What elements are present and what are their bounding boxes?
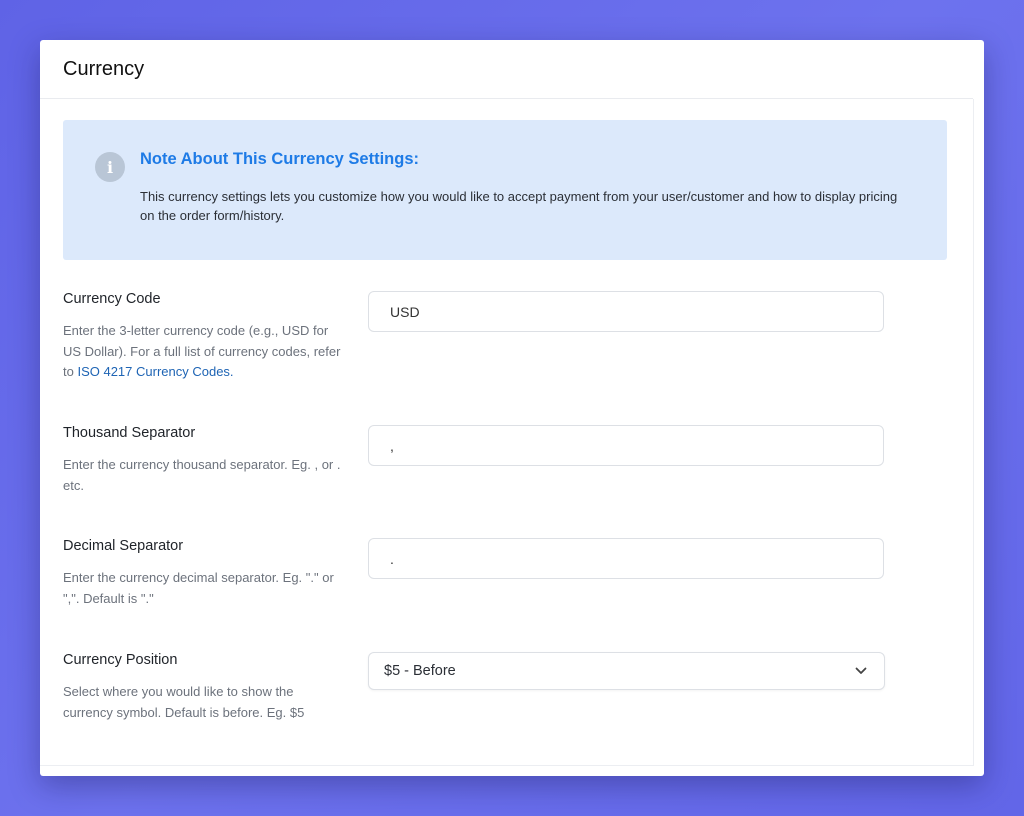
decimal-separator-input[interactable]: .	[368, 538, 884, 579]
divider	[40, 765, 974, 766]
currency-code-value: USD	[390, 303, 420, 320]
currency-position-field-group: Currency Position Select where you would…	[63, 652, 343, 723]
notice-text: This currency settings lets you customiz…	[140, 189, 898, 223]
currency-code-field-group: Currency Code Enter the 3-letter currenc…	[63, 291, 343, 383]
decimal-separator-value: .	[390, 550, 394, 567]
currency-position-value: $5 - Before	[384, 663, 456, 679]
currency-position-help: Select where you would like to show the …	[63, 684, 305, 720]
page-title: Currency	[63, 57, 145, 80]
thousand-separator-help: Enter the currency thousand separator. E…	[63, 457, 341, 493]
thousand-separator-input[interactable]: ,	[368, 425, 884, 466]
chevron-down-icon	[846, 661, 876, 681]
currency-settings-card: Currency i Note About This Currency Sett…	[40, 40, 984, 776]
card-header: Currency	[40, 40, 973, 99]
divider	[973, 99, 974, 766]
currency-position-select[interactable]: $5 - Before	[368, 652, 885, 690]
thousand-separator-field-group: Thousand Separator Enter the currency th…	[63, 425, 343, 496]
thousand-separator-label: Thousand Separator	[63, 425, 196, 441]
info-icon: i	[95, 152, 125, 182]
decimal-separator-field-group: Decimal Separator Enter the currency dec…	[63, 538, 343, 609]
iso-4217-link[interactable]: ISO 4217 Currency Codes.	[77, 364, 233, 379]
notice-title: Note About This Currency Settings:	[140, 150, 419, 168]
thousand-separator-value: ,	[390, 437, 394, 454]
currency-code-help: Enter the 3-letter currency code (e.g., …	[63, 321, 343, 383]
decimal-separator-label: Decimal Separator	[63, 538, 184, 554]
currency-code-input[interactable]: USD	[368, 291, 884, 332]
decimal-separator-help: Enter the currency decimal separator. Eg…	[63, 570, 334, 606]
currency-position-label: Currency Position	[63, 652, 178, 668]
info-notice: i Note About This Currency Settings: Thi…	[63, 120, 947, 260]
currency-code-label: Currency Code	[63, 291, 161, 307]
